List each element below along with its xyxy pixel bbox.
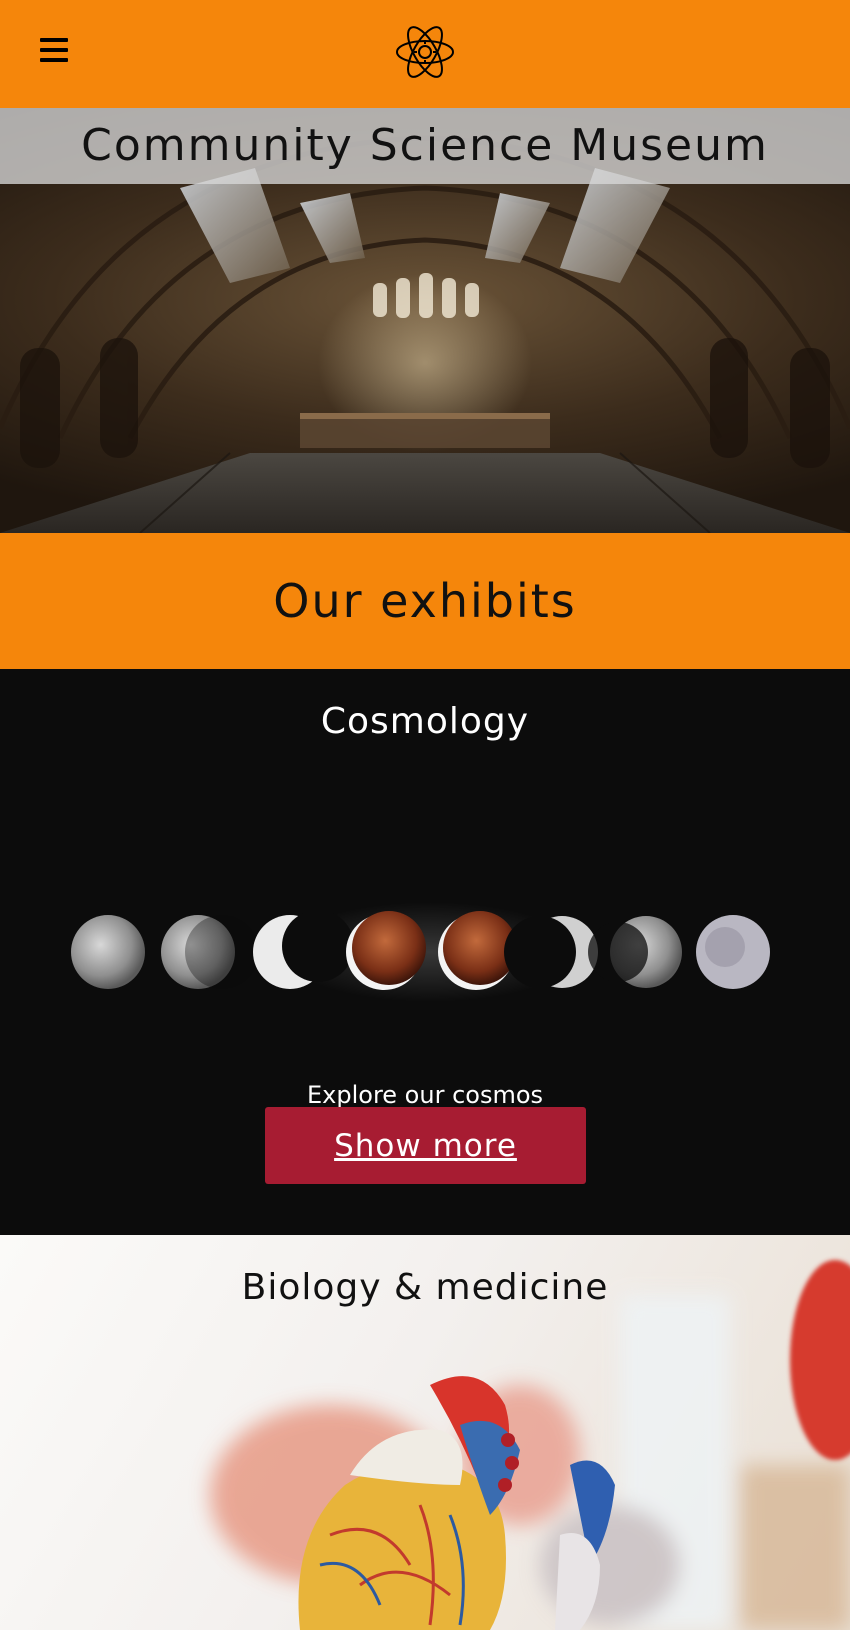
site-header [0,0,850,108]
exhibits-banner: Our exhibits [0,533,850,669]
biology-card: Biology & medicine [0,1235,850,1630]
cosmology-caption: Explore our cosmos [306,1081,544,1109]
biology-heading: Biology & medicine [241,1267,609,1308]
cosmology-card: Cosmology Explore our cosmos Show more [0,669,850,1235]
hamburger-menu-icon[interactable] [40,38,68,62]
site-title: Community Science Museum [81,120,769,171]
hero-section: Community Science Museum [0,108,850,533]
show-more-button[interactable]: Show more [265,1107,586,1184]
lunar-eclipse-phases-photo [71,902,770,1002]
cosmology-heading: Cosmology [320,701,530,742]
atom-icon[interactable] [393,20,457,84]
exhibits-heading: Our exhibits [273,574,577,628]
